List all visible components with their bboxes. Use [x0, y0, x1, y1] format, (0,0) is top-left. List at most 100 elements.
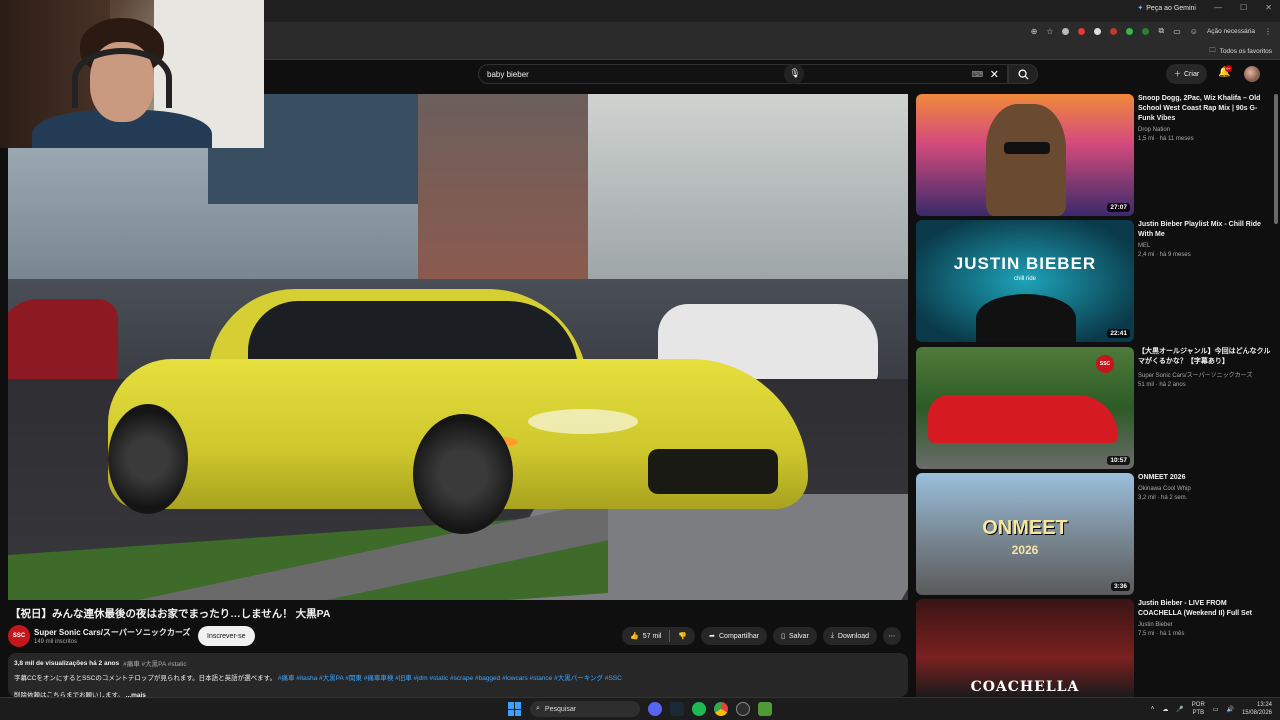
puzzle-icon[interactable]: ⧉	[1158, 26, 1164, 36]
dislike-icon[interactable]: 👎	[678, 632, 687, 640]
minecraft-icon[interactable]	[758, 702, 772, 716]
car-wheel-front	[413, 414, 513, 534]
recommendation-title[interactable]: Snoop Dogg, 2Pac, Wiz Khalifa – Old Scho…	[1138, 94, 1272, 124]
recommendation-thumbnail[interactable]: COACHELLA	[916, 599, 1134, 697]
scene-building-right	[588, 94, 908, 294]
volume-icon[interactable]: 🔊	[1226, 706, 1233, 713]
taskbar-search[interactable]: ⌕ Pesquisar	[530, 701, 640, 717]
recommendation-thumbnail[interactable]: ONMEET 2026 3:36	[916, 473, 1134, 595]
thumbnail-subtitle: chill ride	[1013, 276, 1036, 282]
windows-start-icon[interactable]	[508, 702, 522, 716]
recommendation-info: Justin Bieber Playlist Mix - Chill Ride …	[1138, 220, 1272, 258]
steam-icon[interactable]	[670, 702, 684, 716]
like-icon[interactable]: 👍	[630, 632, 639, 640]
recommendation-title[interactable]: Justin Bieber - LIVE FROM COACHELLA (Wee…	[1138, 599, 1272, 619]
description-hashtags[interactable]: #痛車 #itasha #大黒PA #関東 #痛車車検 #旧車 #jdm #st…	[278, 675, 622, 682]
search-box[interactable]: baby bieber ⌨ ✕	[478, 64, 1008, 84]
clear-search-icon[interactable]: ✕	[990, 68, 999, 81]
close-window-icon[interactable]: ✕	[1265, 3, 1272, 12]
recommendation-item[interactable]: SSC 10:57 【大黒オールジャンル】今回はどんなクルマがくるかな？【字幕あ…	[916, 347, 1272, 469]
more-actions-button[interactable]: ⋯	[883, 627, 902, 645]
star-icon[interactable]: ☆	[1046, 27, 1053, 36]
download-label: Download	[837, 632, 870, 640]
thumbnail-motorbike	[976, 294, 1076, 342]
translate-icon[interactable]: ⊕	[1031, 27, 1038, 36]
recommendation-item[interactable]: COACHELLA Justin Bieber - LIVE FROM COAC…	[916, 599, 1272, 697]
cloud-icon[interactable]: ☁	[1162, 706, 1168, 713]
kebab-menu-icon[interactable]: ⋮	[1264, 27, 1272, 36]
recommendation-meta: 1,5 mi · há 11 meses	[1138, 136, 1194, 142]
subscribe-button[interactable]: Inscrever-se	[198, 626, 255, 646]
save-button[interactable]: ▯ Salvar	[773, 627, 817, 645]
action-needed-button[interactable]: Ação necessária	[1207, 28, 1255, 35]
like-count[interactable]: 57 mil	[643, 633, 662, 640]
recommendation-item[interactable]: ONMEET 2026 3:36 ONMEET 2026 Okinawa Coo…	[916, 473, 1272, 595]
minimize-icon[interactable]: —	[1214, 3, 1222, 12]
recommendation-channel[interactable]: Justin Bieber	[1138, 622, 1272, 628]
cast-icon[interactable]: ▭	[1173, 27, 1181, 36]
recommendation-info: 【大黒オールジャンル】今回はどんなクルマがくるかな？【字幕あり】 Super S…	[1138, 347, 1272, 388]
extension-orange-icon[interactable]	[1110, 27, 1118, 35]
notification-badge: 9+	[1225, 65, 1232, 72]
extension-shield-icon[interactable]	[1062, 27, 1070, 35]
gemini-label: Peça ao Gemini	[1146, 4, 1196, 12]
channel-name[interactable]: Super Sonic Cars/スーパーソニックカーズ	[34, 627, 190, 638]
recommendation-thumbnail[interactable]: JUSTIN BIEBER chill ride 22:41	[916, 220, 1134, 342]
keyboard-layout: PTB	[1192, 710, 1205, 716]
like-divider	[669, 630, 671, 642]
all-bookmarks-button[interactable]: 🗀 Todos os favoritos	[1209, 46, 1272, 57]
thumbnail-figure	[986, 104, 1066, 216]
chrome-icon[interactable]	[714, 702, 728, 716]
recommendation-channel[interactable]: MEL	[1138, 243, 1272, 249]
recommendation-thumbnail[interactable]: SSC 10:57	[916, 347, 1134, 469]
extension-green-icon[interactable]	[1126, 27, 1134, 35]
taskbar: ⌕ Pesquisar ˄ ☁ 🎤 POR PTB ▭ 🔊 13:24 15/0…	[0, 697, 1280, 720]
microphone-icon[interactable]: 🎙	[786, 64, 804, 82]
discord-icon[interactable]	[648, 702, 662, 716]
search-button[interactable]	[1008, 64, 1038, 84]
chevron-up-icon[interactable]: ˄	[1151, 706, 1155, 712]
search-input[interactable]: baby bieber	[487, 70, 529, 79]
recommendation-channel[interactable]: Super Sonic Cars/スーパーソニックカーズ	[1138, 370, 1272, 379]
mic-tray-icon[interactable]: 🎤	[1176, 706, 1183, 713]
recommendation-title[interactable]: Justin Bieber Playlist Mix - Chill Ride …	[1138, 220, 1272, 240]
extension-teal-icon[interactable]	[1142, 27, 1150, 35]
thumbnail-title: ONMEET	[982, 517, 1068, 539]
extension-gear-icon[interactable]	[1094, 27, 1102, 35]
create-button[interactable]: ＋ Criar	[1166, 64, 1208, 84]
gemini-button[interactable]: ✦ Peça ao Gemini	[1137, 4, 1196, 13]
clock-time: 13:24	[1256, 702, 1272, 708]
channel-avatar[interactable]: SSC	[8, 625, 30, 647]
download-button[interactable]: ⤓ Download	[822, 627, 878, 645]
spotify-icon[interactable]	[692, 702, 706, 716]
car-wheel-rear	[108, 404, 188, 514]
recommendation-item[interactable]: 27:07 Snoop Dogg, 2Pac, Wiz Khalifa – Ol…	[916, 94, 1272, 216]
header-tags: #痛車 #大黒PA #static	[123, 661, 187, 668]
recommendation-item[interactable]: JUSTIN BIEBER chill ride 22:41 Justin Bi…	[916, 220, 1272, 342]
scrollbar[interactable]	[1274, 94, 1278, 224]
recommendation-title[interactable]: ONMEET 2026	[1138, 473, 1272, 483]
duration-badge: 3:36	[1110, 582, 1130, 591]
language-indicator[interactable]: POR PTB	[1192, 701, 1205, 717]
recommendation-channel[interactable]: Okinawa Cool Whip	[1138, 486, 1272, 492]
obs-icon[interactable]	[736, 702, 750, 716]
yellow-rx8-car	[108, 289, 808, 539]
recommendation-channel[interactable]: Drop Nation	[1138, 127, 1272, 133]
system-tray: ˄ ☁ 🎤 POR PTB ▭ 🔊 13:24 15/08/2026	[1151, 701, 1272, 717]
recommendation-thumbnail[interactable]: 27:07	[916, 94, 1134, 216]
video-player[interactable]	[8, 94, 908, 600]
keyboard-icon[interactable]: ⌨	[971, 70, 983, 79]
recommendation-title[interactable]: 【大黒オールジャンル】今回はどんなクルマがくるかな？【字幕あり】	[1138, 347, 1272, 367]
profile-icon[interactable]: ☺	[1190, 27, 1198, 36]
description-line: 字幕CCをオンにするとSSCのコメントテロップが見られます。日本語と英語が選べま…	[14, 672, 902, 682]
thumbnail-title: JUSTIN BIEBER	[953, 254, 1097, 273]
maximize-icon[interactable]: ☐	[1240, 3, 1247, 12]
video-description[interactable]: 3,8 mil de visualizações há 2 anos #痛車 #…	[8, 653, 908, 699]
clock[interactable]: 13:24 15/08/2026	[1242, 701, 1272, 717]
network-icon[interactable]: ▭	[1213, 706, 1219, 713]
recommendation-meta: 3,2 mil · há 2 sem.	[1138, 495, 1188, 501]
extension-red-icon[interactable]	[1078, 27, 1086, 35]
share-button[interactable]: ➦ Compartilhar	[701, 627, 768, 645]
account-avatar[interactable]	[1244, 66, 1260, 82]
taskbar-apps: ⌕ Pesquisar	[508, 701, 772, 717]
